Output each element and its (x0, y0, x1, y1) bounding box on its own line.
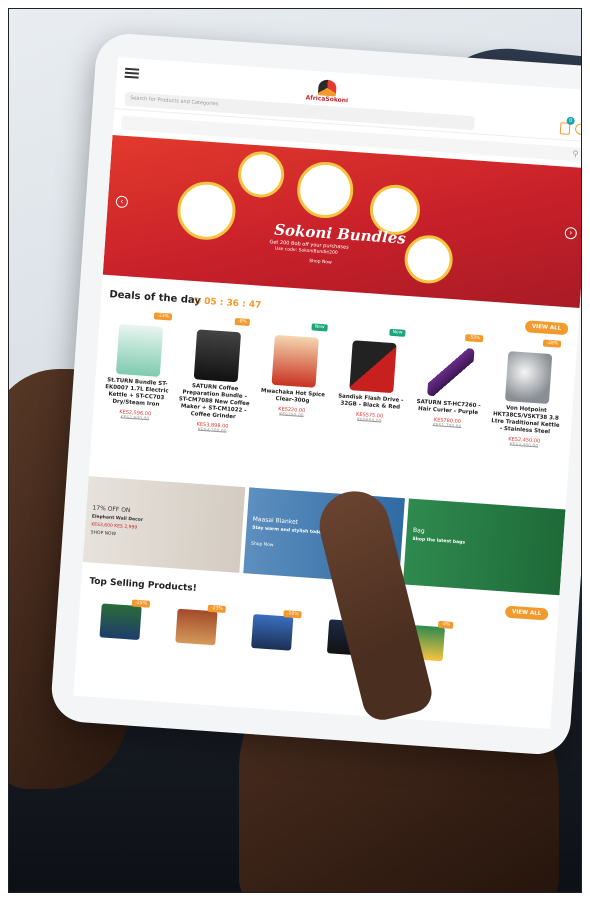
new-badge: New (389, 328, 406, 337)
discount-badge: -53% (465, 334, 484, 343)
logo-mark-icon (318, 79, 338, 97)
product-name: Sandisk Flash Drive - 32GB - Black & Red (337, 393, 404, 411)
promo-line2: Stay warm and stylish today (251, 525, 325, 536)
banner-product-circle (403, 233, 455, 285)
product-image (115, 323, 164, 377)
promo-banner[interactable]: Sokoni Bundles Get 200 Bob off your purc… (102, 134, 581, 308)
new-badge: New (311, 323, 328, 332)
promo-tile-wall-decor[interactable]: 17% OFF ON Elephant Wall Decor KES3,600 … (82, 476, 245, 573)
promo-line3: KES3,600 KES 2,999 (91, 522, 138, 531)
deals-title: Deals of the day (109, 289, 202, 307)
photo-frame: AfricaSokoni Search for Products and Cat… (8, 8, 582, 893)
product-image (504, 351, 553, 405)
deals-list: -23% St.TURN Bundle ST-EK0007 1.7L Elect… (89, 309, 577, 502)
brand-logo[interactable]: AfricaSokoni (305, 78, 349, 104)
discount-badge: -28% (543, 339, 562, 348)
tablet-device: AfricaSokoni Search for Products and Cat… (49, 31, 581, 757)
product-image (349, 340, 397, 394)
deals-view-all-button[interactable]: VIEW ALL (524, 320, 569, 336)
tablet-screen: AfricaSokoni Search for Products and Cat… (73, 57, 581, 729)
deals-countdown: ◷ 05 : 36 : 47 (192, 296, 262, 311)
product-name: Mwachaka Hot Spice Clear-300g (260, 387, 326, 405)
promo-tile-bag[interactable]: Bag Shop the latest bags (403, 498, 566, 596)
deal-card[interactable]: -28% Von Hotpoint HKT38CS/VSKT38 3.8 Ltr… (484, 336, 567, 501)
promo-line1: Maasai Blanket (252, 515, 299, 526)
deals-timer-value: 05 : 36 : 47 (203, 296, 262, 311)
product-image (175, 608, 218, 646)
top-product-card[interactable]: -10% (237, 605, 308, 660)
product-name: Von Hotpoint HKT38CS/VSKT38 3.8 Ltre Tra… (491, 405, 560, 436)
top-selling-view-all-button[interactable]: VIEW ALL (504, 605, 549, 621)
product-image (251, 613, 294, 651)
promo-line4: SHOP NOW (90, 530, 117, 538)
product-image (427, 345, 475, 399)
deal-card[interactable]: -23% St.TURN Bundle ST-EK0007 1.7L Elect… (95, 309, 178, 474)
deal-card[interactable]: New Mwachaka Hot Spice Clear-300g KES220… (251, 320, 334, 485)
discount-badge: -10% (283, 610, 302, 619)
deal-card[interactable]: New Sandisk Flash Drive - 32GB - Black &… (329, 325, 412, 490)
cart-count-badge: 0 (566, 116, 575, 126)
product-name: St.TURN Bundle ST-EK0007 1.7L Electric K… (104, 377, 169, 408)
promo-line1: 17% OFF ON (92, 504, 131, 515)
top-selling-title: Top Selling Products! (88, 576, 198, 594)
deal-card[interactable]: -8% SATURN Coffee Preparation Bundle - S… (173, 314, 256, 479)
promo-line2: Shop the latest bags (412, 536, 466, 546)
discount-badge: -23% (154, 312, 173, 321)
banner-next-arrow-icon[interactable]: › (564, 226, 578, 240)
banner-product-circle (295, 160, 356, 220)
discount-badge: -8% (234, 317, 251, 327)
discount-badge: -4% (438, 620, 454, 629)
product-name: SATURN Coffee Preparation Bundle - ST-CM… (178, 383, 250, 421)
promo-line1: Bag (412, 526, 425, 535)
search-icon[interactable]: ⚲ (572, 149, 578, 158)
hamburger-menu-icon[interactable] (124, 67, 140, 79)
product-image (193, 329, 242, 383)
banner-product-circle (175, 179, 238, 242)
promo-line2: Elephant Wall Decor (91, 514, 144, 524)
deal-card[interactable]: -53% SATURN ST-HC7260 - Hair Curler - Pu… (406, 331, 489, 496)
discount-badge: -25% (132, 599, 151, 608)
banner-shop-now[interactable]: Shop Now (309, 259, 332, 266)
banner-prev-arrow-icon[interactable]: ‹ (115, 195, 129, 209)
top-product-card[interactable]: -23% (161, 600, 232, 655)
banner-product-circle (236, 149, 286, 200)
product-image (99, 603, 142, 641)
promo-line4: Shop Now (250, 541, 274, 549)
top-product-card[interactable]: -25% (85, 594, 156, 649)
product-image (271, 334, 319, 388)
product-name: SATURN ST-HC7260 - Hair Curler - Purple (416, 398, 481, 417)
logo-text: AfricaSokoni (305, 94, 349, 105)
user-account-icon[interactable] (574, 123, 581, 135)
discount-badge: -23% (207, 604, 226, 614)
